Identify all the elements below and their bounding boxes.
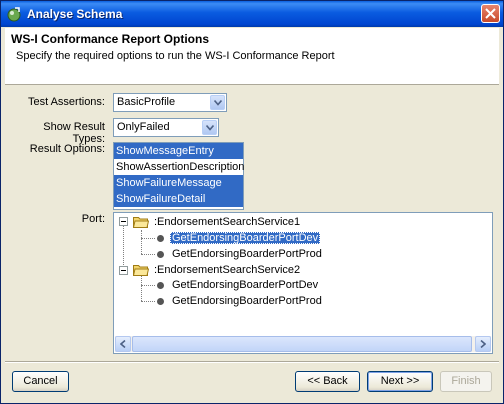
collapse-toggle[interactable] [119,266,128,275]
tree-connector [141,254,155,255]
tree-connector [141,285,155,286]
dropdown-button[interactable] [210,95,225,110]
port-bullet-icon [157,251,164,258]
port-bullet-icon [157,298,164,305]
page-title: WS-I Conformance Report Options [11,32,209,46]
test-assertions-label: Test Assertions: [27,96,105,108]
divider [5,361,499,363]
port-tree[interactable]: :EndorsementSearchService1 GetEndorsingB… [113,212,493,354]
app-icon [7,7,21,22]
test-assertions-select[interactable]: BasicProfile [113,93,227,112]
tree-node-port[interactable]: GetEndorsingBoarderPortDev [170,230,321,246]
port-label: Port: [81,213,105,225]
port-name: GetEndorsingBoarderPortDev [170,232,321,244]
scroll-left-button[interactable] [115,336,131,352]
dropdown-button[interactable] [202,120,217,135]
finish-button[interactable]: Finish [440,371,492,392]
page-subtitle: Specify the required options to run the … [16,50,335,62]
test-assertions-value: BasicProfile [117,96,176,108]
next-button[interactable]: Next >> [367,371,433,392]
result-options-label: Result Options: [29,143,105,155]
page-header: WS-I Conformance Report Options Specify … [5,28,499,85]
show-result-types-label: Show Result Types: [43,121,105,145]
tree-node-port[interactable]: GetEndorsingBoarderPortDev [170,277,320,293]
chevron-down-icon [214,100,222,106]
chevron-down-icon [206,125,214,131]
tree-node-service[interactable]: :EndorsementSearchService2 [152,262,302,278]
horizontal-scrollbar[interactable] [115,336,491,352]
tree-connector [141,301,155,302]
show-result-types-value: OnlyFailed [117,121,170,133]
list-item[interactable]: ShowFailureDetail [114,191,243,207]
list-item[interactable]: ShowAssertionDescription [114,159,244,175]
port-bullet-icon [157,282,164,289]
title-bar[interactable]: Analyse Schema [1,1,503,27]
folder-icon [133,265,149,276]
collapse-toggle[interactable] [119,217,128,226]
tree-node-service[interactable]: :EndorsementSearchService1 [152,214,302,230]
cancel-button[interactable]: Cancel [12,371,69,392]
window-title: Analyse Schema [27,7,123,21]
back-button[interactable]: << Back [295,371,360,392]
scroll-right-button[interactable] [475,336,491,352]
close-icon [485,8,496,19]
tree-connector [141,230,142,254]
service-name: :EndorsementSearchService2 [154,264,301,276]
chevron-right-icon [480,340,486,348]
chevron-left-icon [120,340,126,348]
port-bullet-icon [157,235,164,242]
folder-icon [133,217,149,228]
tree-node-port[interactable]: GetEndorsingBoarderPortProd [170,293,324,309]
tree-connector [123,225,124,271]
list-item[interactable]: ShowMessageEntry [114,143,243,159]
port-name: GetEndorsingBoarderPortDev [172,279,319,291]
show-result-types-select[interactable]: OnlyFailed [113,118,219,137]
service-name: :EndorsementSearchService1 [154,216,301,228]
dialog-window: Analyse Schema WS-I Conformance Report O… [0,0,504,404]
close-button[interactable] [481,4,500,23]
tree-node-port[interactable]: GetEndorsingBoarderPortProd [170,246,324,262]
port-name: GetEndorsingBoarderPortProd [172,248,322,260]
list-item[interactable]: ShowFailureMessage [114,175,243,191]
scrollbar-thumb[interactable] [132,336,472,352]
result-options-list[interactable]: ShowMessageEntry ShowAssertionDescriptio… [113,142,244,210]
port-name: GetEndorsingBoarderPortProd [172,295,322,307]
tree-connector [141,276,142,301]
tree-connector [141,238,155,239]
